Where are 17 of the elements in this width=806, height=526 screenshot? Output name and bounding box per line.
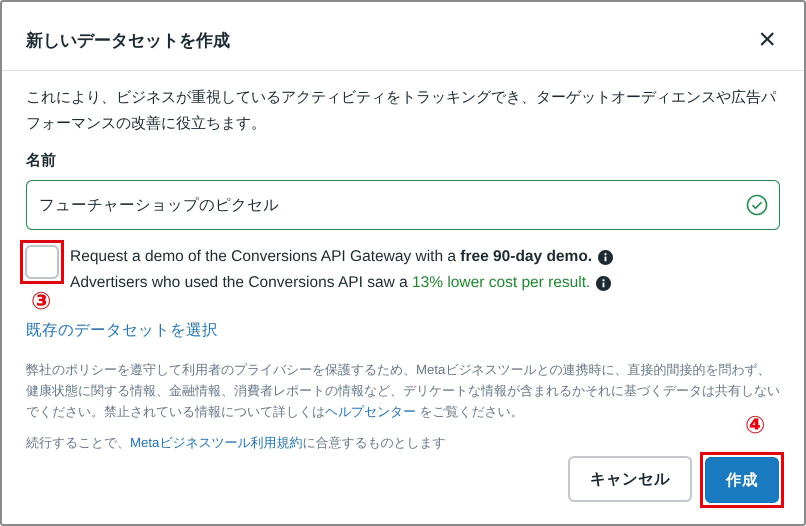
info-icon[interactable] xyxy=(598,250,614,264)
description-text: これにより、ビジネスが重視しているアクティビティをトラッキングでき、ターゲットオーディエンスや広告パフォーマンスの改善に役立ちます。 xyxy=(26,88,778,134)
demo-text: Request a demo of the Conversions API Gateway with a free 90-day demo. xyxy=(70,247,592,267)
terms-text: 続行することで、Metaビジネスツール利用規約に合意するものとします xyxy=(26,434,446,452)
select-existing-link[interactable]: 既存のデータセットを選択 xyxy=(26,320,218,341)
step-number: ③ xyxy=(31,287,52,316)
check-circle-icon xyxy=(746,194,768,216)
field-label: 名前 xyxy=(26,151,57,170)
close-button[interactable]: × xyxy=(754,25,780,55)
create-button[interactable]: 作成 xyxy=(705,457,779,503)
cancel-button[interactable]: キャンセル xyxy=(568,456,692,502)
help-center-link[interactable]: ヘルプセンター xyxy=(325,404,416,419)
name-field[interactable]: フューチャーショップのピクセル xyxy=(26,180,780,230)
savings-text: Advertisers who used the Conversions API saw a 13% lower cost per result. xyxy=(70,273,590,293)
dialog-title: 新しいデータセットを作成 xyxy=(26,30,230,52)
info-icon[interactable] xyxy=(596,276,612,290)
terms-link[interactable]: Metaビジネスツール利用規約 xyxy=(130,435,302,450)
